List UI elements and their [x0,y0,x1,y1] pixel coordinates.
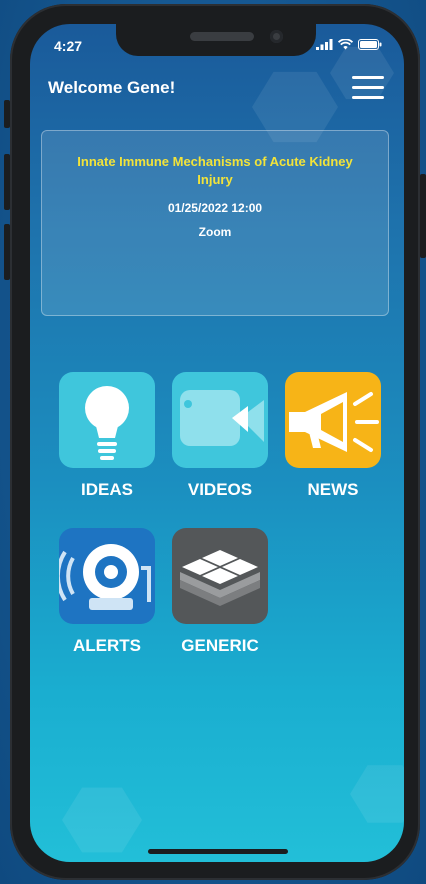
tile-label: IDEAS [81,480,133,499]
tile-label: GENERIC [181,636,259,655]
event-title: Innate Immune Mechanisms of Acute Kidney… [77,154,353,187]
tile-label: ALERTS [73,636,141,655]
speaker-grille [190,32,254,41]
front-camera [270,30,283,43]
megaphone-icon [285,372,381,468]
decorative-hexagon [350,765,404,823]
status-time: 4:27 [54,38,83,54]
tile-ideas[interactable]: IDEAS [59,372,155,500]
menu-bar-line [352,86,384,89]
volume-down-button [4,224,10,280]
alarm-bell-icon [59,528,155,624]
menu-bar-line [352,96,384,99]
tile-label: NEWS [307,480,359,499]
app-screen: 4:27 Welcome Gene! Innate Immune Mechani… [30,24,404,862]
lightbulb-icon [59,372,155,468]
tile-videos[interactable]: VIDEOS [172,372,268,500]
event-card[interactable]: Innate Immune Mechanisms of Acute Kidney… [41,130,389,316]
wifi-icon [338,39,353,50]
menu-bar-line [352,76,384,79]
power-button [420,174,426,258]
tile-generic[interactable]: GENERIC [172,528,268,656]
hamburger-menu-button[interactable] [352,76,384,102]
event-location: Zoom [198,225,232,239]
notch [116,24,316,56]
layers-icon [172,528,268,624]
decorative-hexagon [62,787,142,853]
tile-news[interactable]: NEWS [285,372,381,500]
cellular-signal-icon [316,39,333,50]
welcome-title: Welcome Gene! [48,78,176,97]
volume-up-button [4,154,10,210]
home-indicator[interactable] [148,849,288,854]
event-datetime: 01/25/2022 12:00 [167,201,263,215]
video-camera-icon [172,372,268,468]
tile-label: VIDEOS [187,480,253,499]
battery-icon [358,39,382,50]
status-icons [316,39,382,50]
mute-switch [4,100,10,128]
tile-alerts[interactable]: ALERTS [59,528,155,656]
